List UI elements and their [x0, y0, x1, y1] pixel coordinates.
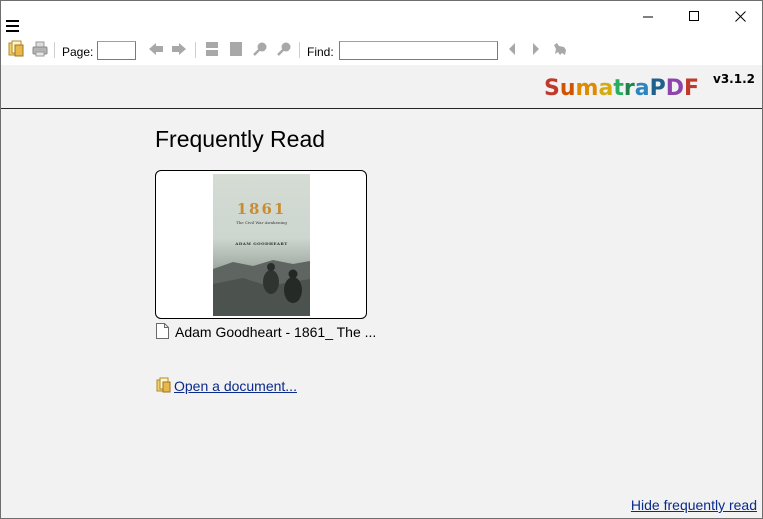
arrow-right-icon: [172, 43, 186, 55]
banner: SumatraPDF v3.1.2: [1, 65, 762, 109]
open-button[interactable]: [7, 40, 25, 58]
fit-page-icon: [206, 42, 218, 56]
logo-letter: S: [544, 76, 560, 101]
open-folder-icon: [8, 40, 24, 57]
print-button[interactable]: [31, 40, 49, 58]
minimize-button[interactable]: [625, 1, 671, 32]
page-label: Page:: [62, 45, 94, 59]
match-case-icon: [554, 43, 566, 55]
page-input[interactable]: [97, 41, 136, 60]
menu-icon[interactable]: [6, 20, 20, 32]
toolbar: Page: Find:: [1, 33, 762, 65]
triangle-left-icon: [509, 43, 515, 55]
maximize-icon: [688, 11, 699, 21]
maximize-button[interactable]: [671, 1, 717, 32]
logo-letter: F: [683, 76, 699, 101]
logo-letter: u: [559, 76, 576, 101]
toolbar-separator: [54, 42, 55, 58]
fit-page-button[interactable]: [204, 40, 220, 58]
recent-document-thumbnail[interactable]: 1861 The Civil War Awakening ADAM GOODHE…: [155, 170, 367, 319]
triangle-right-icon: [533, 43, 539, 55]
logo-letter: D: [665, 76, 684, 101]
logo-letter: m: [575, 76, 599, 101]
hide-frequently-read-link[interactable]: Hide frequently read: [631, 497, 757, 513]
find-next-button[interactable]: [530, 40, 542, 58]
toolbar-separator: [195, 42, 196, 58]
recent-document-label: Adam Goodheart - 1861_ The ...: [175, 324, 377, 340]
zoom-in-button[interactable]: [276, 40, 292, 58]
previous-page-button[interactable]: [148, 40, 164, 58]
find-previous-button[interactable]: [506, 40, 518, 58]
next-page-button[interactable]: [171, 40, 187, 58]
minimize-icon: [642, 16, 653, 18]
document-icon: [156, 323, 169, 339]
frequently-read-heading: Frequently Read: [155, 126, 326, 152]
magnifier-icon: [253, 42, 267, 56]
logo-letter: P: [649, 76, 666, 101]
print-icon: [32, 41, 48, 57]
match-case-button[interactable]: [552, 40, 568, 58]
close-icon: [734, 11, 746, 22]
book-cover: 1861 The Civil War Awakening ADAM GOODHE…: [213, 174, 310, 316]
find-label: Find:: [307, 45, 334, 59]
toolbar-separator: [299, 42, 300, 58]
cover-title: 1861: [236, 200, 287, 218]
logo-letter: t: [613, 76, 624, 101]
version-label: v3.1.2: [713, 72, 755, 86]
fit-width-button[interactable]: [228, 40, 244, 58]
recent-document-item[interactable]: Adam Goodheart - 1861_ The ...: [156, 322, 376, 340]
fit-width-icon: [230, 42, 242, 56]
zoom-out-button[interactable]: [252, 40, 268, 58]
close-button[interactable]: [717, 1, 762, 32]
open-document-link[interactable]: Open a document...: [174, 378, 297, 394]
arrow-left-icon: [149, 43, 163, 55]
open-folder-icon: [156, 377, 171, 393]
find-input[interactable]: [339, 41, 498, 60]
title-bar: [1, 1, 762, 33]
sumatrapdf-logo: SumatraPDF: [544, 76, 699, 101]
logo-letter: a: [634, 76, 650, 101]
magnifier-icon: [277, 42, 291, 56]
app-window: Page: Find: SumatraPDF v3.1.2 Frequently…: [0, 0, 763, 519]
logo-letter: r: [623, 76, 635, 101]
cover-author: ADAM GOODHEART: [235, 241, 288, 246]
cover-subtitle: The Civil War Awakening: [236, 220, 287, 225]
home-page: Frequently Read 1861 The Civil War Awake…: [1, 109, 762, 518]
logo-letter: a: [598, 76, 614, 101]
